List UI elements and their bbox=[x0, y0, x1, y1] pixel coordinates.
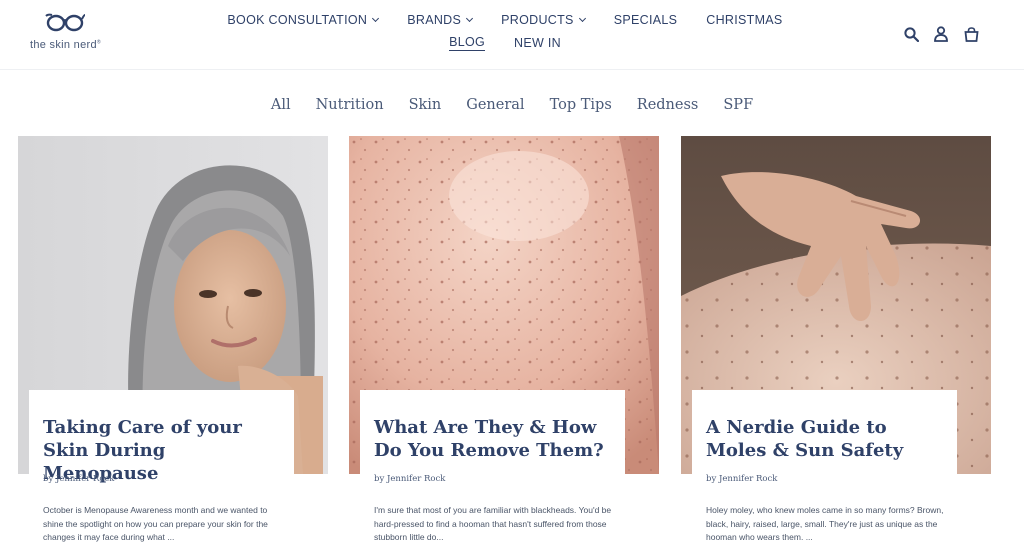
nav-brands[interactable]: BRANDS bbox=[407, 12, 474, 28]
nav-products[interactable]: PRODUCTS bbox=[501, 12, 586, 28]
post-author: by Jennifer Rock bbox=[374, 474, 446, 484]
account-icon[interactable] bbox=[933, 25, 949, 43]
post-excerpt: I'm sure that most of you are familiar w… bbox=[374, 505, 612, 542]
post-author: by Jennifer Rock bbox=[43, 474, 115, 484]
logo-text: the skin nerd® bbox=[30, 39, 101, 51]
blog-category-filters: All Nutrition Skin General Top Tips Redn… bbox=[0, 97, 1024, 113]
filter-all[interactable]: All bbox=[271, 97, 291, 113]
post-title-box: What Are They & How Do You Remove Them? bbox=[360, 390, 625, 480]
filter-redness[interactable]: Redness bbox=[637, 97, 699, 113]
filter-top-tips[interactable]: Top Tips bbox=[550, 97, 612, 113]
post-title[interactable]: What Are They & How Do You Remove Them? bbox=[374, 416, 611, 462]
post-title[interactable]: A Nerdie Guide to Moles & Sun Safety bbox=[706, 416, 943, 462]
filter-spf[interactable]: SPF bbox=[723, 97, 753, 113]
chevron-down-icon bbox=[372, 14, 380, 22]
post-title-box: A Nerdie Guide to Moles & Sun Safety bbox=[692, 390, 957, 480]
chevron-down-icon bbox=[466, 14, 474, 22]
post-title-box: Taking Care of your Skin During Menopaus… bbox=[29, 390, 294, 484]
post-excerpt: Holey moley, who knew moles came in so m… bbox=[706, 505, 944, 542]
filter-skin[interactable]: Skin bbox=[409, 97, 442, 113]
nav-blog[interactable]: BLOG bbox=[449, 34, 485, 51]
filter-nutrition[interactable]: Nutrition bbox=[316, 97, 384, 113]
header-actions bbox=[903, 25, 979, 43]
cart-icon[interactable] bbox=[963, 25, 979, 43]
main-nav: BOOK CONSULTATION BRANDS PRODUCTS SPECIA… bbox=[200, 12, 810, 51]
filter-general[interactable]: General bbox=[466, 97, 524, 113]
nav-book-consultation[interactable]: BOOK CONSULTATION bbox=[227, 12, 380, 28]
post-author: by Jennifer Rock bbox=[706, 474, 778, 484]
site-logo[interactable]: the skin nerd® bbox=[30, 12, 120, 54]
nav-specials[interactable]: SPECIALS bbox=[614, 12, 678, 28]
chevron-down-icon bbox=[578, 14, 586, 22]
site-header: the skin nerd® BOOK CONSULTATION BRANDS … bbox=[0, 0, 1024, 70]
search-icon[interactable] bbox=[903, 25, 919, 43]
nav-new-in[interactable]: NEW IN bbox=[514, 34, 561, 51]
glasses-logo-icon bbox=[45, 13, 86, 32]
nav-christmas[interactable]: CHRISTMAS bbox=[706, 12, 782, 28]
post-excerpt: October is Menopause Awareness month and… bbox=[43, 505, 268, 542]
